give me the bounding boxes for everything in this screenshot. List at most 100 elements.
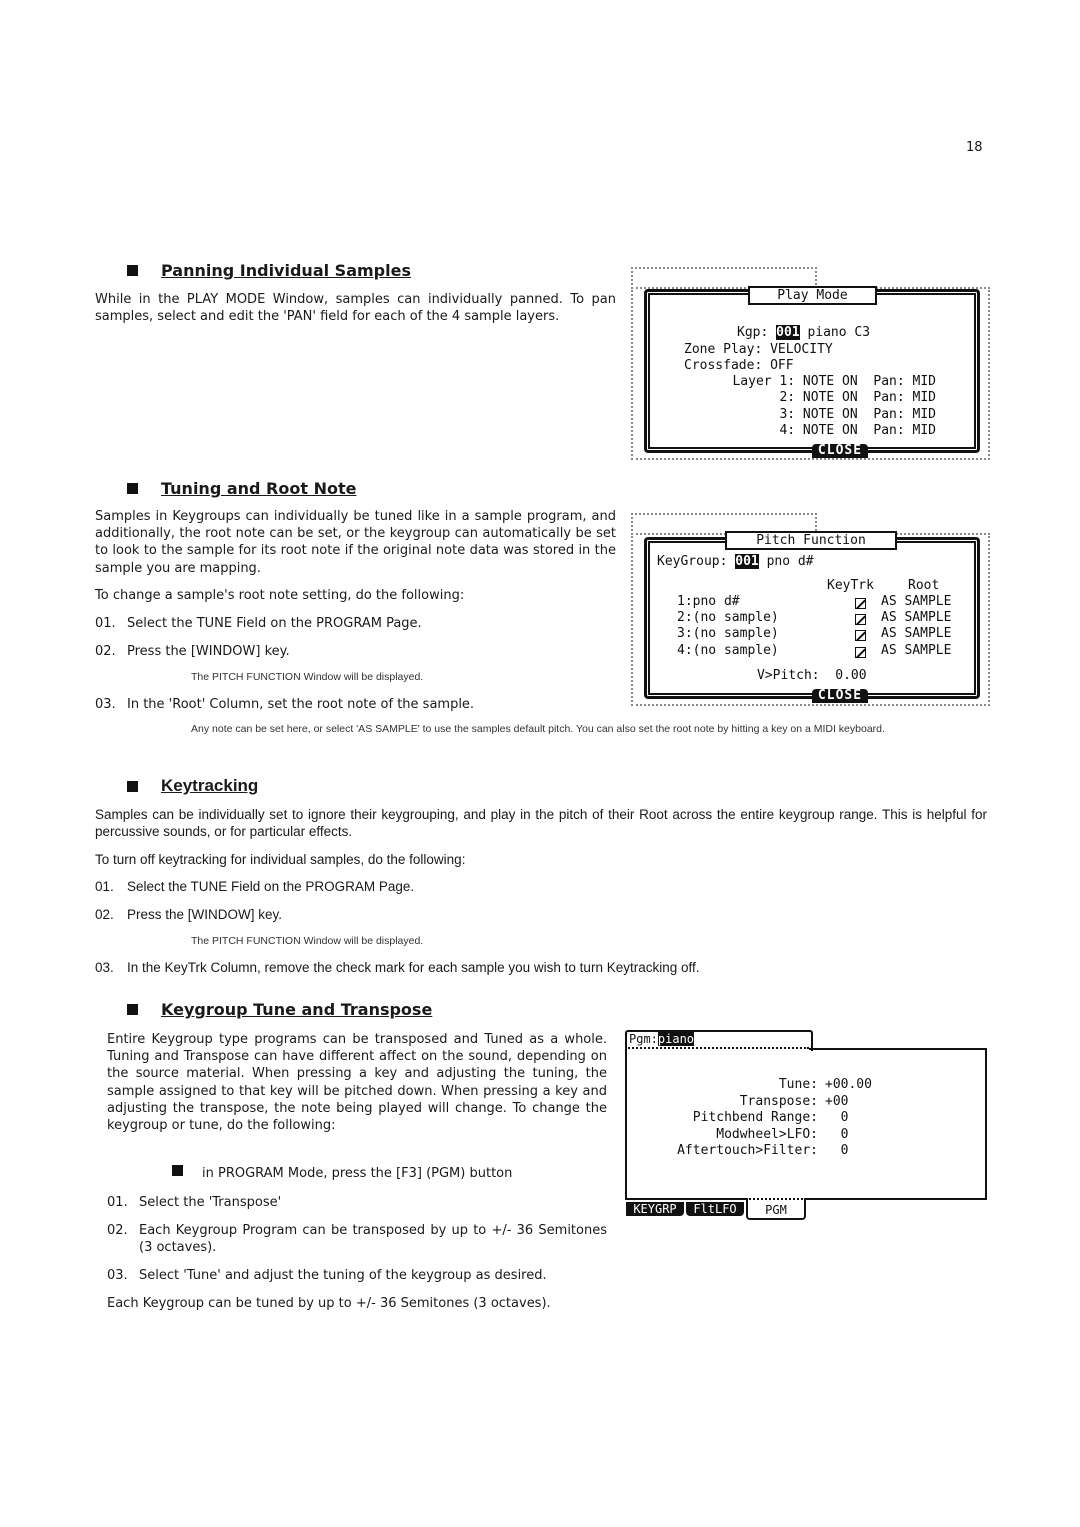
bullet-square-icon bbox=[172, 1165, 183, 1176]
page-number: 18 bbox=[966, 140, 983, 155]
zone-play-row[interactable]: Zone Play: VELOCITY bbox=[684, 342, 833, 358]
tuning-step: 01. Select the TUNE Field on the PROGRAM … bbox=[95, 615, 422, 632]
pitch-function-screen: Pitch Function KeyGroup: 001 pno d# KeyT… bbox=[631, 513, 990, 706]
tuning-step3-note: Any note can be set here, or select 'AS … bbox=[191, 723, 885, 735]
bullet-square-icon bbox=[127, 483, 138, 494]
layer-row[interactable]: 4: NOTE ON Pan: MID bbox=[779, 423, 936, 439]
program-screen: Pgm:piano Tune: +00.00 Transpose: +00 Pi… bbox=[625, 1030, 987, 1222]
step-number: 02. bbox=[95, 907, 114, 922]
sample-name: 2:(no sample) bbox=[677, 610, 779, 625]
pan-label: Pan: bbox=[873, 407, 905, 422]
keytrk-checkbox[interactable] bbox=[855, 646, 866, 662]
play-mode-screen: Play Mode Kgp: 001 piano C3 Zone Play: V… bbox=[631, 267, 990, 460]
kgp-value[interactable]: 001 bbox=[776, 325, 800, 340]
vpitch-value[interactable]: 0.00 bbox=[835, 668, 866, 683]
window-title: Pitch Function bbox=[725, 531, 897, 550]
checkbox-checked-icon bbox=[855, 647, 866, 658]
tuning-step2-note: The PITCH FUNCTION Window will be displa… bbox=[191, 671, 424, 683]
vpitch-row[interactable]: V>Pitch: 0.00 bbox=[757, 668, 867, 684]
transpose-value[interactable]: +00 bbox=[825, 1094, 848, 1110]
step-text: Press the [WINDOW] key. bbox=[127, 644, 290, 659]
keytrk-checkbox[interactable] bbox=[855, 613, 866, 629]
step-text: Select the 'Transpose' bbox=[139, 1195, 282, 1210]
root-value[interactable]: AS SAMPLE bbox=[881, 610, 951, 626]
keytrk-checkbox[interactable] bbox=[855, 629, 866, 645]
pgm-name-row[interactable]: Pgm:piano bbox=[629, 1032, 695, 1046]
layer-row[interactable]: Layer 1: NOTE ON Pan: MID bbox=[732, 374, 936, 390]
pitchbend-range-value[interactable]: 0 bbox=[825, 1110, 849, 1126]
layer-mode[interactable]: NOTE ON bbox=[803, 390, 858, 405]
close-button[interactable]: CLOSE bbox=[812, 689, 868, 703]
pan-value[interactable]: MID bbox=[913, 407, 936, 422]
layer-row[interactable]: 2: NOTE ON Pan: MID bbox=[779, 390, 936, 406]
crossfade-value[interactable]: OFF bbox=[770, 358, 793, 373]
pan-value[interactable]: MID bbox=[913, 390, 936, 405]
pgm-label: Pgm: bbox=[629, 1032, 658, 1046]
keygroup-tune-body: Entire Keygroup type programs can be tra… bbox=[107, 1032, 607, 1134]
keytrk-checkbox[interactable] bbox=[855, 597, 866, 613]
aftertouch-filter-value[interactable]: 0 bbox=[825, 1143, 849, 1159]
keygroup-tune-step: 01. Select the 'Transpose' bbox=[107, 1194, 281, 1211]
column-header-keytrk: KeyTrk bbox=[827, 578, 874, 593]
tab-pgm[interactable]: PGM bbox=[746, 1198, 806, 1220]
crossfade-row[interactable]: Crossfade: OFF bbox=[684, 358, 794, 374]
step-text: In the 'Root' Column, set the root note … bbox=[127, 697, 475, 712]
keygroup-tune-footer: Each Keygroup can be tuned by up to +/- … bbox=[107, 1296, 551, 1311]
layer-row[interactable]: 3: NOTE ON Pan: MID bbox=[779, 407, 936, 423]
heading-text: Keygroup Tune and Transpose bbox=[161, 1000, 433, 1019]
layer-label: Layer 1: bbox=[732, 374, 796, 389]
section-heading-keytracking: Keytracking bbox=[127, 776, 258, 796]
bullet-square-icon bbox=[127, 780, 138, 792]
heading-text: Tuning and Root Note bbox=[161, 479, 357, 498]
modwheel-lfo-value[interactable]: 0 bbox=[825, 1127, 849, 1143]
step-number: 01. bbox=[95, 879, 114, 894]
sample-name: 4:(no sample) bbox=[677, 643, 779, 658]
field-label: Aftertouch>Filter: bbox=[677, 1143, 818, 1158]
bullet-square-icon bbox=[127, 265, 138, 276]
pan-label: Pan: bbox=[873, 374, 905, 389]
keytracking-step: 03. In the KeyTrk Column, remove the chec… bbox=[95, 959, 700, 976]
layer-mode[interactable]: NOTE ON bbox=[803, 407, 858, 422]
tuning-step: 03. In the 'Root' Column, set the root no… bbox=[95, 696, 474, 713]
field-label: Modwheel>LFO: bbox=[716, 1127, 818, 1142]
step-number: 02. bbox=[107, 1223, 128, 1238]
window-title: Play Mode bbox=[748, 286, 877, 305]
keygroup-name: pno d# bbox=[766, 554, 814, 569]
close-button[interactable]: CLOSE bbox=[812, 444, 868, 458]
field-label: Tune: bbox=[778, 1077, 818, 1092]
divider bbox=[809, 1048, 985, 1050]
layer-mode[interactable]: NOTE ON bbox=[803, 374, 858, 389]
step-text: Select the TUNE Field on the PROGRAM Pag… bbox=[127, 879, 415, 894]
tab-keygrp[interactable]: KEYGRP bbox=[626, 1202, 684, 1216]
pgm-name[interactable]: piano bbox=[657, 1032, 695, 1046]
vpitch-label: V>Pitch: bbox=[757, 668, 820, 683]
pan-label: Pan: bbox=[873, 390, 905, 405]
zone-play-value[interactable]: VELOCITY bbox=[770, 342, 833, 357]
keytracking-body: Samples can be individually set to ignor… bbox=[95, 807, 987, 839]
keytracking-step2-note: The PITCH FUNCTION Window will be displa… bbox=[191, 935, 424, 947]
pan-value[interactable]: MID bbox=[913, 423, 936, 438]
tab-fltlfo[interactable]: FltLFO bbox=[686, 1202, 744, 1216]
keygroup-tune-bullet: in PROGRAM Mode, press the [F3] (PGM) bu… bbox=[172, 1165, 512, 1182]
step-text: Select the TUNE Field on the PROGRAM Pag… bbox=[127, 616, 422, 631]
pan-label: Pan: bbox=[873, 423, 905, 438]
column-header-root: Root bbox=[908, 578, 940, 593]
step-number: 01. bbox=[107, 1195, 128, 1210]
kgp-row[interactable]: Kgp: 001 piano C3 bbox=[737, 325, 870, 341]
checkbox-checked-icon bbox=[855, 630, 866, 641]
keygroup-value[interactable]: 001 bbox=[735, 554, 759, 569]
keygroup-label: KeyGroup: bbox=[657, 554, 728, 569]
keygroup-tune-step: 03. Select 'Tune' and adjust the tuning o… bbox=[107, 1267, 547, 1284]
kgp-name: piano C3 bbox=[807, 325, 871, 340]
tuning-step: 02. Press the [WINDOW] key. bbox=[95, 643, 290, 660]
field-label: Transpose: bbox=[739, 1094, 818, 1109]
pan-value[interactable]: MID bbox=[913, 374, 936, 389]
root-value[interactable]: AS SAMPLE bbox=[881, 643, 951, 659]
layer-mode[interactable]: NOTE ON bbox=[803, 423, 858, 438]
step-number: 03. bbox=[107, 1268, 128, 1283]
root-value[interactable]: AS SAMPLE bbox=[881, 626, 951, 642]
root-value[interactable]: AS SAMPLE bbox=[881, 594, 951, 610]
keygroup-row[interactable]: KeyGroup: 001 pno d# bbox=[657, 554, 814, 570]
tune-value[interactable]: +00.00 bbox=[825, 1077, 872, 1093]
keygroup-tune-step: 02. Each Keygroup Program can be transpos… bbox=[107, 1222, 607, 1256]
